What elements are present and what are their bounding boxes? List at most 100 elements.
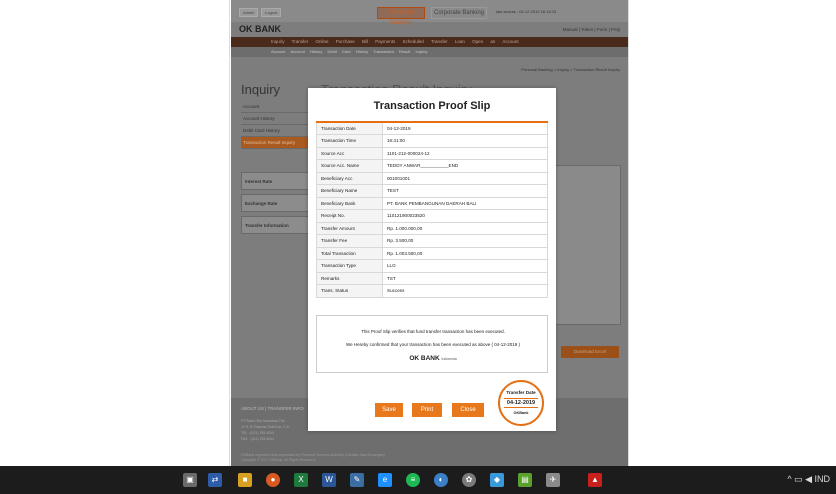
proof-row-value: 110121900023520 [382, 209, 548, 223]
browser-icon[interactable]: ◐ [434, 473, 448, 487]
proof-row: Source Acc. Name TEDDY ANWAR___________EN… [316, 159, 548, 173]
proof-row-label: Trans. Status [316, 284, 383, 298]
screen: Admin Logout Personal Banking Corporate … [0, 0, 836, 494]
proof-row-label: Receipt No. [316, 209, 383, 223]
spotify-icon[interactable]: ≡ [406, 473, 420, 487]
file-explorer-icon[interactable]: ■ [238, 473, 252, 487]
proof-row: Transfer Fee Rp. 3.500,00 [316, 234, 548, 248]
proof-row-label: Transaction Type [316, 259, 383, 273]
proof-row: Beneficiary Name TEST [316, 184, 548, 198]
proof-row: Receipt No. 110121900023520 [316, 209, 548, 223]
pdf-icon[interactable]: ▲ [588, 473, 602, 487]
proof-row: Beneficiary Acc 001001001 [316, 171, 548, 185]
word-icon[interactable]: W [322, 473, 336, 487]
proof-row: Transaction Date 04-12-2019 [316, 121, 548, 135]
footer-copyright: OKBank registered and supervised by Fina… [241, 453, 385, 463]
note-line: We Hereby confirmed that your transactio… [345, 342, 521, 347]
proof-row-value: Rp. 3.500,00 [382, 234, 548, 248]
footer-heading[interactable]: ABOUT US | TRANSFER INFO [241, 406, 304, 411]
proof-row-value: 1101-212-000024-12 [382, 146, 548, 160]
save-button[interactable]: Save [375, 403, 403, 417]
footer-line: FAX : (021) 255 4001 [241, 437, 275, 441]
taskbar: ▣ ⇄ ■ ● X W ✎ e ≡ ◐ ✿ ◆ ▤ ✈ ▲ ^ ▭ ◀ IND [0, 466, 836, 494]
proof-row: Remarks TST [316, 271, 548, 285]
proof-row: Transaction Time 16:41:00 [316, 134, 548, 148]
proof-table: Transaction Date 04-12-2019 Transaction Ti… [316, 121, 548, 298]
site-topbar: Admin Logout Personal Banking Corporate … [231, 0, 628, 26]
desktop-left-area [0, 0, 230, 466]
proof-row-label: Source Acc. Name [316, 159, 383, 173]
transaction-proof-modal: Transaction Proof Slip Transaction Date 0… [308, 88, 556, 431]
exchange-rate-box[interactable]: Exchange Rate [241, 194, 317, 212]
proof-row: Trans. Status Success [316, 284, 548, 298]
proof-row-label: Remarks [316, 271, 383, 285]
proof-row-value: 16:41:00 [382, 134, 548, 148]
proof-row-label: Transfer Fee [316, 234, 383, 248]
system-tray[interactable]: ^ ▭ ◀ IND [787, 474, 830, 485]
inquiry-heading: Inquiry [241, 82, 281, 97]
side-menu-item[interactable]: Account [241, 101, 311, 113]
confirmation-note: This Proof Slip verifies that fund trans… [316, 315, 548, 373]
task-view-icon[interactable]: ▣ [183, 473, 197, 487]
proof-row-label: Source Acc [316, 146, 383, 160]
proof-row-value: 04-12-2019 [382, 121, 548, 135]
proof-row: Total Transaction Rp. 1.003.500,00 [316, 246, 548, 260]
transfer-information-box[interactable]: Transfer Information [241, 216, 317, 234]
network-icon[interactable]: ⇄ [208, 473, 222, 487]
excel-icon[interactable]: X [294, 473, 308, 487]
proof-row: Beneficiary Bank PT. BANK PEMBANGUNAN DAE… [316, 196, 548, 210]
background-result-table [551, 165, 621, 325]
tab-corporate-banking[interactable]: Corporate Banking [431, 7, 487, 19]
breadcrumb: Personal Banking > Inquiry > Transaction… [521, 67, 620, 72]
ie-icon[interactable]: e [378, 473, 392, 487]
note-line: This Proof Slip verifies that fund trans… [361, 329, 505, 334]
stamp-date: 04-12-2019 [504, 398, 538, 408]
proof-row-value: TST [382, 271, 548, 285]
tool-icon[interactable]: ✈ [546, 473, 560, 487]
proof-row-value: 001001001 [382, 171, 548, 185]
proof-row-value: Rp. 1.000.000,00 [382, 221, 548, 235]
proof-row-label: Beneficiary Name [316, 184, 383, 198]
last-access-text: last access : 04-12-2019 16:16:13 [496, 9, 557, 14]
photos-icon[interactable]: ◆ [490, 473, 504, 487]
proof-row-label: Transaction Time [316, 134, 383, 148]
side-menu: Account Account History Debit Card Histo… [241, 101, 311, 149]
chrome-icon[interactable]: ● [266, 473, 280, 487]
close-button[interactable]: Close [452, 403, 484, 417]
app-icon[interactable]: ✎ [350, 473, 364, 487]
stamp-label: Transfer Date [506, 390, 536, 395]
proof-row-value: Rp. 1.003.500,00 [382, 246, 548, 260]
proof-row-label: Total Transaction [316, 246, 383, 260]
download-excel-button[interactable]: Download Excel [561, 346, 619, 358]
proof-row-value: Success [382, 284, 548, 298]
modal-title: Transaction Proof Slip [373, 100, 491, 112]
logout-button[interactable]: Logout [261, 8, 282, 17]
top-links[interactable]: Manual | Token | Form | FAQ [563, 27, 620, 32]
logo-subtext: Indonesia [441, 357, 457, 361]
settings-icon[interactable]: ✿ [462, 473, 476, 487]
proof-row-label: Transfer Amount [316, 221, 383, 235]
notes-icon[interactable]: ▤ [518, 473, 532, 487]
proof-row-label: Beneficiary Bank [316, 196, 383, 210]
proof-row-value: TEDDY ANWAR___________END [382, 159, 548, 173]
interest-rate-box[interactable]: Interest Rate [241, 172, 317, 190]
proof-row-value: TEST [382, 184, 548, 198]
side-menu-item[interactable]: Account History [241, 113, 311, 125]
proof-row: Transfer Amount Rp. 1.000.000,00 [316, 221, 548, 235]
proof-row-label: Transaction Date [316, 121, 383, 135]
sub-nav[interactable]: Account Account History Debit Card Histo… [231, 47, 628, 57]
note-bank-logo: OK BANK Indonesia [317, 355, 549, 362]
proof-row: Transaction Type LLG [316, 259, 548, 273]
proof-row-value: PT. BANK PEMBANGUNAN DAERAH BALI [382, 196, 548, 210]
footer-address: PT Bank Oke Indonesia Tbk. Jl. H. R. Ras… [241, 418, 289, 442]
desktop-right-area [628, 0, 836, 466]
admin-label[interactable]: Admin [239, 8, 259, 17]
stamp-bank: OKBank [513, 411, 529, 415]
side-menu-item-active[interactable]: Transaction Result Inquiry [241, 137, 311, 149]
side-menu-item[interactable]: Debit Card History [241, 125, 311, 137]
bank-logo[interactable]: OK BANK [239, 24, 281, 34]
main-nav[interactable]: Inquiry Transfer Online Purchase Bill Pa… [231, 37, 628, 47]
tab-personal-banking[interactable]: Personal Banking [377, 7, 425, 26]
print-button[interactable]: Print [412, 403, 442, 417]
logo-text: OK BANK [409, 355, 440, 362]
